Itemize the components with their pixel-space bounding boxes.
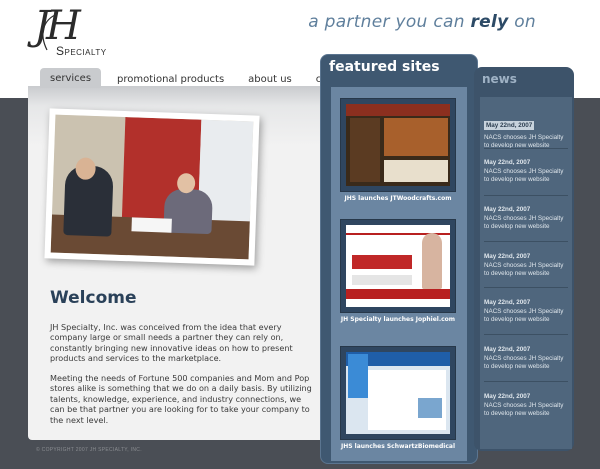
- featured-site-caption[interactable]: JHS launches SchwartzBiomedical: [340, 443, 456, 450]
- thumb-model: [422, 233, 442, 289]
- logo-mark: JH: [34, 3, 81, 49]
- thumb-header: [346, 104, 450, 116]
- welcome-heading: Welcome: [50, 288, 137, 308]
- news-item[interactable]: May 22nd, 2007 NACS chooses JH Specialty…: [484, 114, 568, 149]
- thumb-strip: [346, 289, 450, 299]
- thumb-hex-pattern: [348, 354, 368, 398]
- tagline-start: a partner you can: [308, 12, 471, 32]
- news-divider: [484, 241, 568, 242]
- nav-item-services[interactable]: services: [40, 68, 102, 88]
- news-text[interactable]: NACS chooses JH Specialty to develop new…: [484, 308, 568, 323]
- news-item[interactable]: May 22nd, 2007 NACS chooses JH Specialty…: [484, 253, 568, 277]
- news-item[interactable]: May 22nd, 2007 NACS chooses JH Specialty…: [484, 346, 568, 370]
- site-thumbnail-schwartz: [346, 352, 450, 434]
- news-title: news: [482, 72, 517, 86]
- news-text[interactable]: NACS chooses JH Specialty to develop new…: [484, 215, 568, 230]
- news-divider: [484, 148, 568, 149]
- hero-photo: [44, 108, 260, 266]
- site-thumbnail-jtwoodcrafts: [346, 104, 450, 186]
- thumb-image: [384, 118, 448, 156]
- news-text[interactable]: NACS chooses JH Specialty to develop new…: [484, 134, 568, 149]
- news-text[interactable]: NACS chooses JH Specialty to develop new…: [484, 355, 568, 370]
- thumb-image: [418, 398, 442, 418]
- logo[interactable]: JH Specialty: [34, 4, 134, 60]
- news-divider: [484, 381, 568, 382]
- news-text[interactable]: NACS chooses JH Specialty to develop new…: [484, 402, 568, 417]
- featured-site-thumbnail[interactable]: [340, 346, 456, 440]
- news-date: May 22nd, 2007: [484, 159, 531, 166]
- copyright: © COPYRIGHT 2007 JH SPECIALTY, INC.: [36, 447, 142, 453]
- featured-site-3[interactable]: JHS launches SchwartzBiomedical: [340, 346, 456, 450]
- news-text[interactable]: NACS chooses JH Specialty to develop new…: [484, 262, 568, 277]
- news-divider: [484, 334, 568, 335]
- news-date: May 22nd, 2007: [484, 206, 531, 213]
- news-item[interactable]: May 22nd, 2007 NACS chooses JH Specialty…: [484, 206, 568, 230]
- tagline-end: on: [508, 12, 536, 32]
- site-thumbnail-jophiel: [346, 225, 450, 307]
- welcome-paragraph-1: JH Specialty, Inc. was conceived from th…: [50, 322, 293, 364]
- thumb-sidebar: [350, 118, 380, 182]
- news-date: May 22nd, 2007: [484, 121, 535, 130]
- logo-wordmark: Specialty: [56, 44, 107, 58]
- news-text[interactable]: NACS chooses JH Specialty to develop new…: [484, 168, 568, 183]
- tagline: a partner you can rely on: [308, 12, 536, 32]
- photo-papers: [131, 217, 172, 233]
- featured-site-2[interactable]: JH Specialty launches Jophiel.com: [340, 219, 456, 323]
- news-date: May 22nd, 2007: [484, 299, 531, 306]
- featured-sites-title: featured sites: [329, 59, 440, 75]
- news-item[interactable]: May 22nd, 2007 NACS chooses JH Specialty…: [484, 159, 568, 183]
- hero-photo-image: [50, 114, 254, 260]
- tagline-emphasis: rely: [470, 12, 509, 32]
- news-date: May 22nd, 2007: [484, 393, 531, 400]
- news-item[interactable]: May 22nd, 2007 NACS chooses JH Specialty…: [484, 393, 568, 417]
- welcome-paragraph-2: Meeting the needs of Fortune 500 compani…: [50, 373, 312, 425]
- news-divider: [484, 195, 568, 196]
- nav-item-about-us[interactable]: about us: [240, 70, 300, 88]
- thumb-text: [384, 160, 448, 182]
- thumb-text: [352, 275, 412, 285]
- featured-site-caption[interactable]: JHS launches JTWoodcrafts.com: [340, 195, 456, 202]
- news-date: May 22nd, 2007: [484, 346, 531, 353]
- featured-site-thumbnail[interactable]: [340, 98, 456, 192]
- nav-item-promotional-products[interactable]: promotional products: [109, 70, 232, 88]
- news-item[interactable]: May 22nd, 2007 NACS chooses JH Specialty…: [484, 299, 568, 323]
- featured-site-1[interactable]: JHS launches JTWoodcrafts.com: [340, 98, 456, 202]
- news-divider: [484, 287, 568, 288]
- featured-site-thumbnail[interactable]: [340, 219, 456, 313]
- featured-site-caption[interactable]: JH Specialty launches Jophiel.com: [340, 316, 456, 323]
- thumb-headline: [352, 255, 412, 269]
- news-date: May 22nd, 2007: [484, 253, 531, 260]
